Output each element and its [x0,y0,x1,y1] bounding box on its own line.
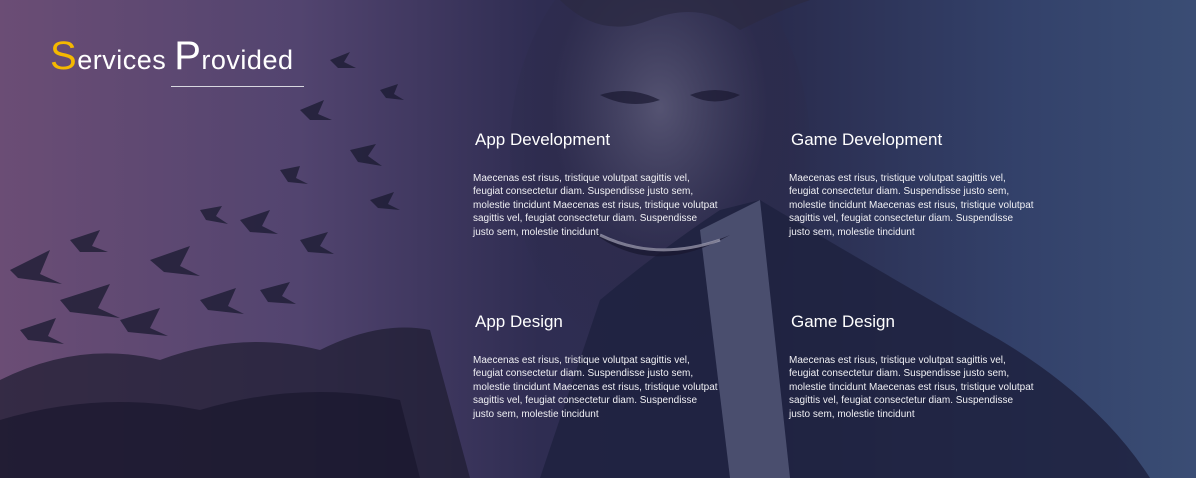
title-second-rest: rovided [201,45,294,75]
title-underline [171,86,304,87]
service-app-design: App Design Maecenas est risus, tristique… [473,312,718,421]
service-app-development: App Development Maecenas est risus, tris… [473,130,718,239]
service-game-development: Game Development Maecenas est risus, tri… [789,130,1034,239]
title-first-rest: ervices [77,45,167,75]
service-title: App Development [475,130,611,149]
service-description: Maecenas est risus, tristique volutpat s… [473,173,718,238]
page-title: Services Provided [50,36,293,76]
title-second-initial: P [174,34,202,78]
service-description: Maecenas est risus, tristique volutpat s… [789,173,1034,238]
service-title: Game Design [791,312,895,331]
service-title: Game Development [791,130,943,149]
service-title: App Design [475,312,563,331]
service-description: Maecenas est risus, tristique volutpat s… [473,355,718,420]
title-first-initial: S [50,34,78,78]
service-description: Maecenas est risus, tristique volutpat s… [789,355,1034,420]
service-game-design: Game Design Maecenas est risus, tristiqu… [789,312,1034,421]
